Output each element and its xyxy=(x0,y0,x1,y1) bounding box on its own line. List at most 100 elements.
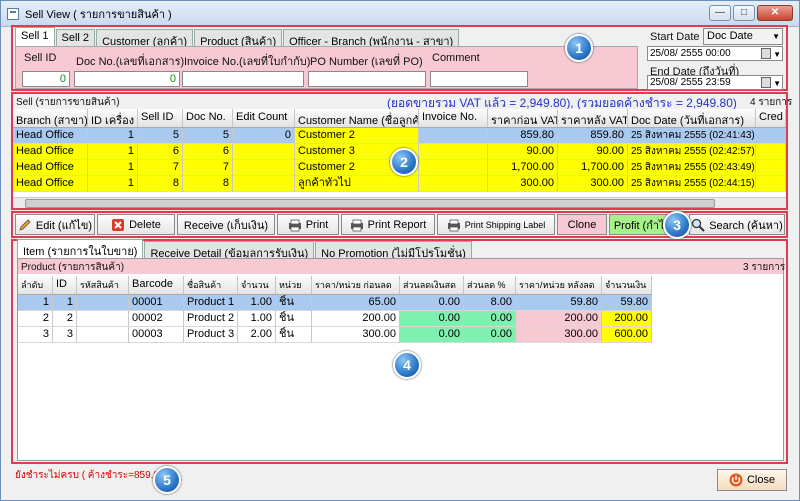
sell-id-field[interactable]: 0 xyxy=(22,71,70,87)
po-number-label: PO Number (เลขที่ PO) xyxy=(310,56,423,68)
tab-item[interactable]: Item (รายการในใบขาย) xyxy=(17,239,144,258)
doc-no-label: Doc No.(เลขที่เอกสาร) xyxy=(76,56,185,68)
col-id[interactable]: ID xyxy=(53,276,77,294)
table-row[interactable]: 3 3 00003 Product 3 2.00 ชิ้น 300.00 0.0… xyxy=(18,327,652,343)
tab-sell-1[interactable]: Sell 1 xyxy=(15,27,55,46)
detail-tabs: Item (รายการในใบขาย) Receive Detail (ข้อ… xyxy=(17,239,473,260)
col-cash-discount[interactable]: ส่วนลดเงินสด xyxy=(400,276,464,294)
table-row[interactable]: Head Office 1 5 5 0 Customer 2 859.80 85… xyxy=(13,128,786,144)
doc-no-field[interactable]: 0 xyxy=(74,71,180,87)
printer-icon xyxy=(447,219,460,231)
col-invoice-no[interactable]: Invoice No. xyxy=(419,109,488,127)
sell-grid-caption: Sell (รายการขายสินค้า) xyxy=(16,97,120,108)
badge-4: 4 xyxy=(393,351,421,379)
search-button[interactable]: Search (ค้นหา) xyxy=(689,214,785,235)
sell-id-label: Sell ID xyxy=(24,52,57,64)
tab-product[interactable]: Product (สินค้า) xyxy=(194,29,283,48)
tab-receive-detail[interactable]: Receive Detail (ข้อมูลการรับเงิน) xyxy=(144,241,315,260)
maximize-button[interactable]: □ xyxy=(733,5,755,21)
col-product-code[interactable]: รหัสสินค้า xyxy=(77,276,129,294)
col-seq[interactable]: ลำดับ xyxy=(18,276,53,294)
col-machine-id[interactable]: ID เครื่อง xyxy=(88,109,138,127)
col-customer-name[interactable]: Customer Name (ชื่อลูกค้า) xyxy=(295,109,419,127)
badge-5: 5 xyxy=(153,466,181,494)
col-unit-price-after[interactable]: ราคา/หน่วย หลังลด xyxy=(516,276,602,294)
title-bar: Sell View ( รายการขายสินค้า ) — □ ✕ xyxy=(1,1,799,27)
app-icon xyxy=(7,7,19,20)
print-shipping-label-button[interactable]: Print Shipping Label xyxy=(437,214,555,235)
filter-panel: Sell 1 Sell 2 Customer (ลูกค้า) Product … xyxy=(11,25,788,91)
col-unit-price-before[interactable]: ราคา/หน่วย ก่อนลด xyxy=(312,276,400,294)
printer-icon xyxy=(350,219,363,231)
tab-no-promotion[interactable]: No Promotion (ไม่มีโปรโมชั่น) xyxy=(315,241,472,260)
col-credit[interactable]: Cred xyxy=(756,109,786,127)
col-branch[interactable]: Branch (สาขา) xyxy=(13,109,88,127)
table-row[interactable]: 2 2 00002 Product 2 1.00 ชิ้น 200.00 0.0… xyxy=(18,311,652,327)
chevron-down-icon: ▼ xyxy=(772,32,780,41)
window-title: Sell View ( รายการขายสินค้า ) xyxy=(25,8,172,21)
clone-button[interactable]: Clone xyxy=(557,214,607,235)
col-product-name[interactable]: ชื่อสินค้า xyxy=(184,276,238,294)
pencil-icon xyxy=(19,218,31,231)
badge-3: 3 xyxy=(663,211,691,239)
calendar-icon xyxy=(761,48,771,59)
comment-label: Comment xyxy=(432,52,480,64)
sell-row-count: 4 รายการ xyxy=(750,97,793,108)
item-grid-area: Product (รายการสินค้า) 3 รายการ ลำดับ ID… xyxy=(17,258,786,461)
filter-tabs: Sell 1 Sell 2 Customer (ลูกค้า) Product … xyxy=(15,27,460,48)
action-toolbar: Edit (แก้ไข) Delete Receive (เก็บเงิน) P… xyxy=(11,211,788,239)
comment-field[interactable] xyxy=(430,71,528,87)
tab-officer-branch[interactable]: Officer - Branch (พนักงาน - สาขา) xyxy=(283,29,460,48)
end-date-picker[interactable]: 25/08/ 2555 23:59 ▼ xyxy=(647,75,783,90)
scrollbar-thumb[interactable] xyxy=(25,199,715,208)
edit-button[interactable]: Edit (แก้ไข) xyxy=(15,214,95,235)
sell-grid-panel: Sell (รายการขายสินค้า) (ยอดขายรวม VAT แล… xyxy=(11,92,792,210)
search-icon xyxy=(692,218,705,232)
col-price-after-vat[interactable]: ราคาหลัง VAT xyxy=(558,109,628,127)
print-button[interactable]: Print xyxy=(277,214,339,235)
printer-icon xyxy=(288,219,301,231)
start-date-picker[interactable]: 25/08/ 2555 00:00 ▼ xyxy=(647,46,783,61)
invoice-no-label: Invoice No.(เลขที่ใบกำกับ) xyxy=(184,56,311,68)
calendar-icon xyxy=(761,77,771,88)
filter-fields-box: Sell ID 0 Doc No.(เลขที่เอกสาร) 0 Invoic… xyxy=(15,46,638,89)
date-type-select[interactable]: Doc Date ▼ xyxy=(703,28,783,45)
start-date-label: Start Date xyxy=(650,31,700,43)
badge-2: 2 xyxy=(390,148,418,176)
delete-button[interactable]: Delete xyxy=(97,214,175,235)
item-grid-header: ลำดับ ID รหัสสินค้า Barcode ชื่อสินค้า จ… xyxy=(18,276,652,295)
item-row-count: 3 รายการ xyxy=(743,262,786,273)
minimize-button[interactable]: — xyxy=(709,5,731,21)
col-doc-no[interactable]: Doc No. xyxy=(183,109,233,127)
col-amount[interactable]: จำนวนเงิน xyxy=(602,276,652,294)
print-report-button[interactable]: Print Report xyxy=(341,214,435,235)
table-row[interactable]: Head Office 1 8 8 ลูกค้าทั่วไป 300.00 30… xyxy=(13,176,786,192)
horizontal-scrollbar[interactable] xyxy=(13,197,786,208)
payment-status-text: ยังชำระไม่ครบ ( ค้างชำระ=859.80 ) xyxy=(15,470,171,481)
item-grid-caption: Product (รายการสินค้า) xyxy=(21,262,125,273)
table-row[interactable]: 1 1 00001 Product 1 1.00 ชิ้น 65.00 0.00… xyxy=(18,295,652,311)
close-button[interactable]: Close xyxy=(717,469,787,491)
sell-view-window: Sell View ( รายการขายสินค้า ) — □ ✕ Sell… xyxy=(0,0,800,501)
tab-sell-2[interactable]: Sell 2 xyxy=(55,29,96,46)
window-close-button[interactable]: ✕ xyxy=(757,5,793,21)
col-sell-id[interactable]: Sell ID xyxy=(138,109,183,127)
col-quantity[interactable]: จำนวน xyxy=(238,276,276,294)
col-edit-count[interactable]: Edit Count xyxy=(233,109,295,127)
delete-x-icon xyxy=(112,218,125,231)
chevron-down-icon: ▼ xyxy=(773,79,781,88)
item-detail-panel: Item (รายการในใบขาย) Receive Detail (ข้อ… xyxy=(11,239,788,464)
power-icon xyxy=(729,473,743,487)
col-price-before-vat[interactable]: ราคาก่อน VAT xyxy=(488,109,558,127)
tab-customer[interactable]: Customer (ลูกค้า) xyxy=(96,29,194,48)
col-unit[interactable]: หน่วย xyxy=(276,276,312,294)
badge-1: 1 xyxy=(565,34,593,62)
sell-grid-header: Branch (สาขา) ID เครื่อง Sell ID Doc No.… xyxy=(13,109,786,128)
po-number-field[interactable] xyxy=(308,71,426,87)
col-discount-percent[interactable]: ส่วนลด % xyxy=(464,276,516,294)
chevron-down-icon: ▼ xyxy=(773,50,781,59)
col-barcode[interactable]: Barcode xyxy=(129,276,184,294)
col-doc-date[interactable]: Doc Date (วันที่เอกสาร) xyxy=(628,109,756,127)
receive-button[interactable]: Receive (เก็บเงิน) xyxy=(177,214,275,235)
invoice-no-field[interactable] xyxy=(182,71,304,87)
